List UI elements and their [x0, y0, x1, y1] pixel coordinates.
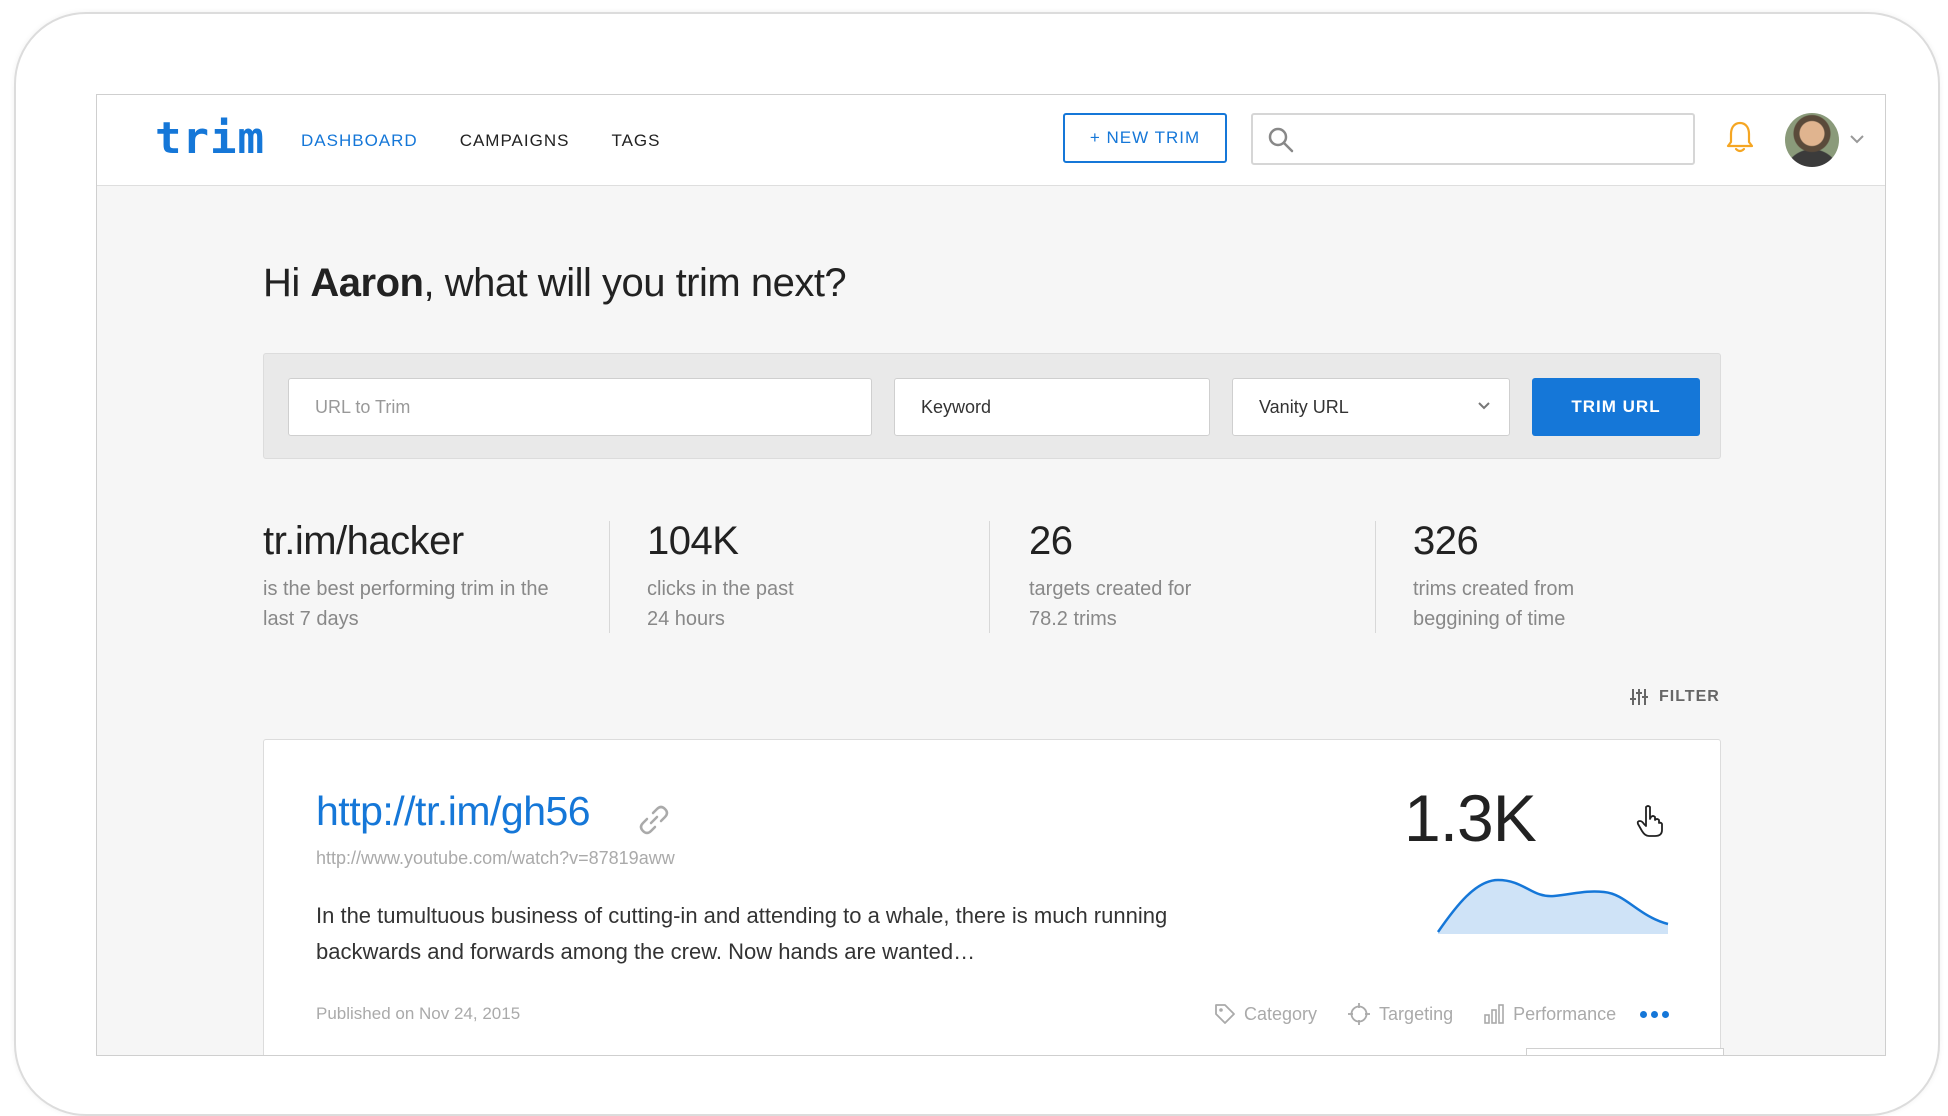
greeting-suffix: , what will you trim next? [423, 261, 847, 305]
stat-description: trims created from beggining of time [1413, 578, 1575, 630]
stat-divider [989, 521, 990, 633]
stats-summary: tr.im/hacker is the best performing trim… [263, 515, 1723, 635]
targeting-label: Targeting [1379, 1003, 1454, 1024]
page-greeting: Hi Aaron, what will you trim next? [263, 261, 847, 306]
category-label: Category [1244, 1003, 1318, 1024]
url-to-trim-input[interactable]: URL to Trim [288, 378, 872, 436]
targeting-action[interactable]: Targeting [1347, 1002, 1453, 1026]
stat-description: targets created for 78.2 trims [1029, 578, 1192, 630]
crosshair-icon [1348, 1003, 1371, 1025]
vanity-url-select[interactable]: Vanity URL [1232, 378, 1510, 436]
stat-description: is the best performing trim in the last … [263, 578, 549, 630]
stat-divider [609, 521, 610, 633]
app-window: trim DASHBOARD CAMPAIGNS TAGS + NEW TRIM [96, 94, 1886, 1056]
new-trim-button[interactable]: + NEW TRIM [1063, 113, 1227, 163]
performance-action[interactable]: Performance [1483, 1004, 1616, 1025]
source-url[interactable]: http://www.youtube.com/watch?v=87819aww [316, 848, 675, 869]
chevron-down-icon [1478, 402, 1490, 410]
category-action[interactable]: Category [1214, 1003, 1317, 1025]
nav-campaigns[interactable]: CAMPAIGNS [460, 131, 570, 151]
performance-label: Performance [1513, 1003, 1617, 1024]
search-icon [1268, 127, 1294, 153]
stat-value: tr.im/hacker [263, 519, 464, 563]
short-url-link[interactable]: http://tr.im/gh56 [316, 788, 591, 835]
top-navigation-bar: trim DASHBOARD CAMPAIGNS TAGS + NEW TRIM [97, 95, 1885, 186]
published-date: Published on Nov 24, 2015 [316, 1004, 521, 1023]
stat-targets: 26 targets created for 78.2 trims [1029, 515, 1209, 631]
trim-logo[interactable]: trim [155, 117, 265, 161]
trim-excerpt: In the tumultuous business of cutting-in… [316, 903, 1168, 964]
keyword-input[interactable]: Keyword [894, 378, 1210, 436]
greeting-name: Aaron [310, 261, 424, 305]
sliders-icon [1630, 689, 1648, 705]
user-avatar[interactable] [1785, 113, 1839, 167]
stat-description: clicks in the past 24 hours [647, 578, 794, 630]
tag-icon [1215, 1004, 1235, 1024]
stat-divider [1375, 521, 1376, 633]
greeting-prefix: Hi [263, 261, 311, 305]
stat-value: 104K [647, 519, 739, 563]
stat-clicks: 104K clicks in the past 24 hours [647, 515, 817, 631]
filter-button[interactable]: FILTER [1629, 687, 1720, 707]
trim-card-actions: Category Targeting Performance [1214, 1002, 1670, 1026]
main-nav: DASHBOARD CAMPAIGNS TAGS [301, 131, 702, 151]
stat-best-trim: tr.im/hacker is the best performing trim… [263, 515, 583, 631]
click-trend-sparkline [1436, 878, 1669, 934]
trim-card: http://tr.im/gh56 http://www.youtube.com… [263, 739, 1724, 1055]
filter-label: FILTER [1659, 688, 1720, 705]
link-icon[interactable] [636, 802, 672, 838]
more-options-menu [1526, 1048, 1724, 1055]
vanity-url-selected: Vanity URL [1259, 396, 1349, 417]
device-frame: trim DASHBOARD CAMPAIGNS TAGS + NEW TRIM [14, 12, 1940, 1116]
search-input[interactable] [1251, 113, 1695, 165]
chevron-down-icon[interactable] [1849, 133, 1865, 145]
hand-cursor-icon [1636, 805, 1663, 837]
stat-value: 326 [1413, 519, 1479, 563]
trim-url-form: URL to Trim Keyword Vanity URL TRIM URL [263, 353, 1721, 459]
more-options-icon[interactable] [1640, 1010, 1670, 1018]
stat-total-trims: 326 trims created from beggining of time [1413, 515, 1613, 631]
nav-dashboard[interactable]: DASHBOARD [301, 131, 418, 151]
bell-icon[interactable] [1725, 119, 1755, 155]
bar-chart-icon [1484, 1004, 1504, 1024]
trim-url-button[interactable]: TRIM URL [1532, 378, 1700, 436]
click-count: 1.3K [1404, 781, 1537, 855]
stat-value: 26 [1029, 519, 1073, 563]
nav-tags[interactable]: TAGS [611, 131, 660, 151]
